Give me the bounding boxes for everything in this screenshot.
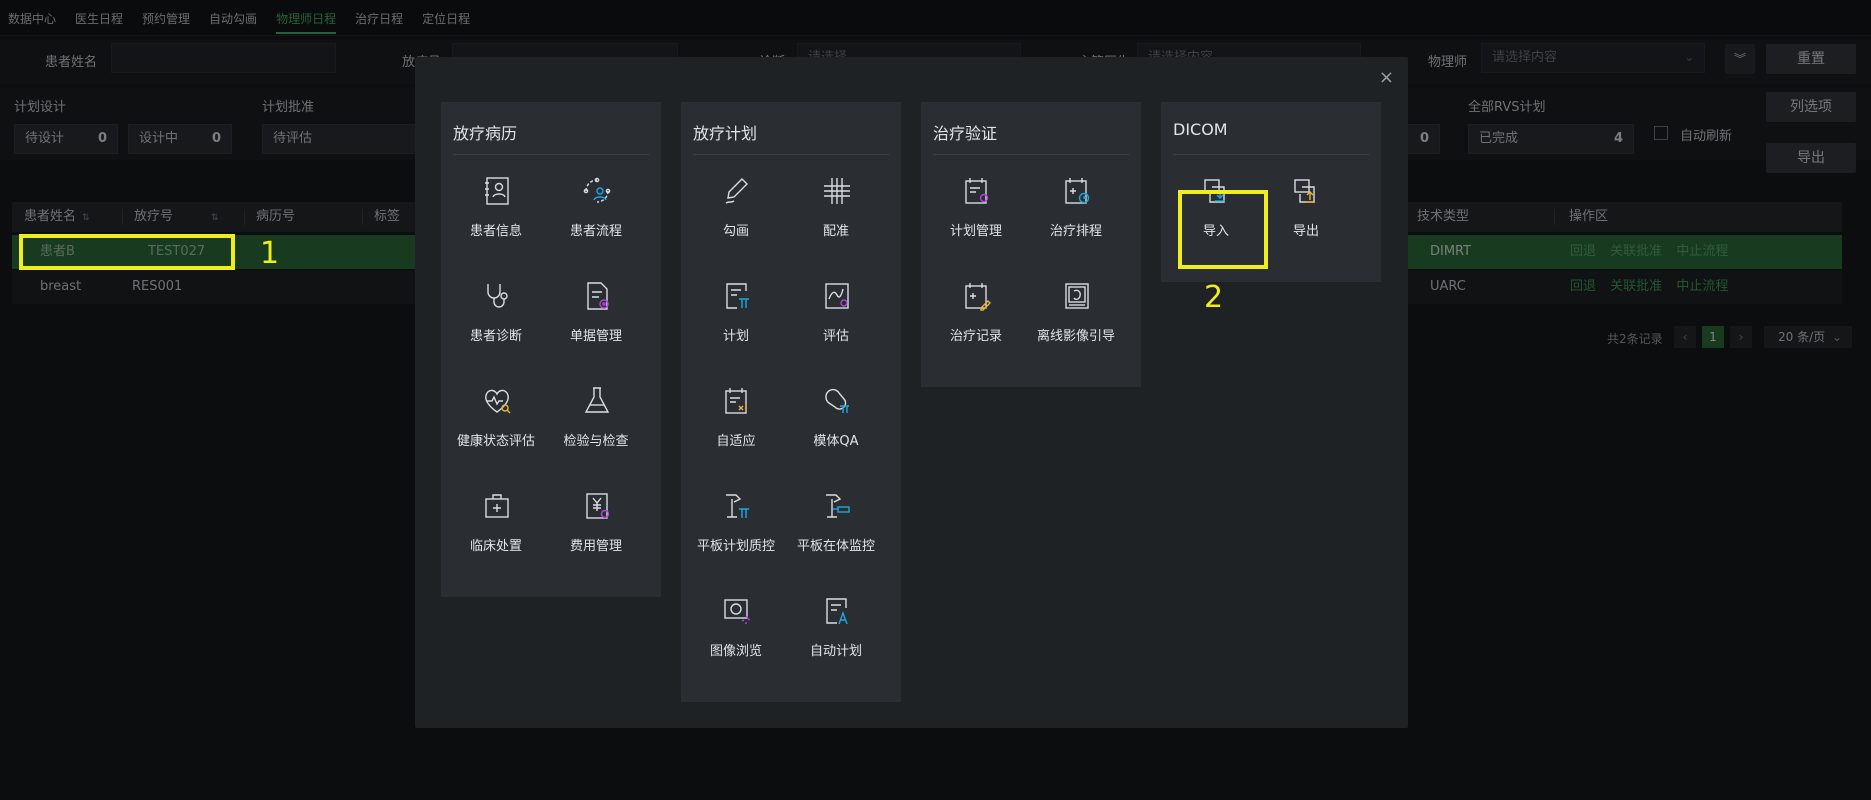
tile-label: 计划管理 xyxy=(949,224,1002,239)
panel-plan-qc-icon xyxy=(726,494,749,518)
tile-label: 图像浏览 xyxy=(709,644,762,659)
panel-title: 放疗计划 xyxy=(693,124,758,143)
tile-image-browse[interactable]: 图像浏览 xyxy=(686,584,786,679)
medical-kit-icon xyxy=(485,494,509,518)
tile-patient-flow[interactable]: 患者流程 xyxy=(546,164,646,259)
highlight-box-import xyxy=(1178,190,1268,269)
tile-label: 自适应 xyxy=(716,434,756,449)
tile-label: 患者流程 xyxy=(569,224,622,239)
tile-label: 治疗排程 xyxy=(1049,224,1102,239)
callout-number-2: 2 xyxy=(1204,280,1224,315)
panel-title: 治疗验证 xyxy=(933,124,998,143)
panel-divider xyxy=(1173,154,1369,155)
panel-rt-records: 放疗病历 患者信息 患者流程 患者诊断 单据管理 健康状态评估 检验与检查 临床… xyxy=(441,102,661,597)
highlight-box-row xyxy=(19,234,235,270)
tile-label: 健康状态评估 xyxy=(456,434,535,449)
tile-adaptive[interactable]: 自适应 xyxy=(686,374,786,469)
tile-phantom-qa[interactable]: 模体QA xyxy=(786,374,886,469)
tile-lab-tests[interactable]: 检验与检查 xyxy=(546,374,646,469)
evaluate-icon xyxy=(825,283,849,309)
tile-label: 患者信息 xyxy=(469,224,522,239)
tile-label: 勾画 xyxy=(722,224,749,239)
panel-divider xyxy=(453,154,649,155)
tile-document-management[interactable]: 单据管理 xyxy=(546,269,646,364)
pen-icon xyxy=(725,178,748,204)
tile-label: 平板计划质控 xyxy=(696,539,775,554)
treatment-record-icon xyxy=(965,283,991,311)
tile-label: 模体QA xyxy=(813,434,859,449)
tile-label: 计划 xyxy=(722,329,749,344)
tile-contour[interactable]: 勾画 xyxy=(686,164,786,259)
plan-manage-icon xyxy=(965,178,989,204)
tile-patient-info[interactable]: 患者信息 xyxy=(446,164,546,259)
fee-icon xyxy=(586,493,610,519)
plan-icon xyxy=(726,283,749,309)
health-heart-icon xyxy=(485,389,511,414)
auto-plan-icon xyxy=(826,598,848,625)
image-browse-icon xyxy=(724,599,751,624)
tile-registration[interactable]: 配准 xyxy=(786,164,886,259)
tile-label: 平板在体监控 xyxy=(796,539,875,554)
panel-treatment-verification: 治疗验证 计划管理 治疗排程 治疗记录 离线影像引导 xyxy=(921,102,1141,387)
adaptive-icon xyxy=(725,388,747,414)
tile-health-assessment[interactable]: 健康状态评估 xyxy=(446,374,546,469)
tile-label: 临床处置 xyxy=(469,539,522,554)
tile-panel-plan-qc[interactable]: 平板计划质控 xyxy=(686,479,786,574)
flask-icon xyxy=(584,387,610,413)
tile-label: 配准 xyxy=(822,224,849,239)
tile-patient-diagnosis[interactable]: 患者诊断 xyxy=(446,269,546,364)
tile-treatment-record[interactable]: 治疗记录 xyxy=(926,269,1026,364)
tile-label: 费用管理 xyxy=(569,539,622,554)
tile-plan-management[interactable]: 计划管理 xyxy=(926,164,1026,259)
panel-divider xyxy=(693,154,889,155)
tile-label: 单据管理 xyxy=(569,329,622,344)
panel-rt-plan: 放疗计划 勾画 配准 计划 评估 自适应 模体QA 平板计划质控 平板在体监控 … xyxy=(681,102,901,702)
tile-label: 评估 xyxy=(822,329,849,344)
panel-title: 放疗病历 xyxy=(453,124,518,143)
tile-label: 检验与检查 xyxy=(563,434,629,449)
callout-number-1: 1 xyxy=(260,236,280,271)
patient-flow-icon xyxy=(583,177,611,203)
tile-plan[interactable]: 计划 xyxy=(686,269,786,364)
tile-label: 治疗记录 xyxy=(949,329,1002,344)
stethoscope-icon xyxy=(487,284,508,308)
export-icon xyxy=(1294,179,1315,203)
patient-info-icon xyxy=(485,177,509,205)
tile-treatment-schedule[interactable]: 治疗排程 xyxy=(1026,164,1126,259)
grid-icon xyxy=(824,178,850,204)
tile-evaluate[interactable]: 评估 xyxy=(786,269,886,364)
panel-title: DICOM xyxy=(1173,120,1228,139)
schedule-icon xyxy=(1065,178,1090,204)
tile-label: 患者诊断 xyxy=(469,329,522,344)
tile-offline-image-guide[interactable]: 离线影像引导 xyxy=(1026,269,1126,364)
offline-image-icon xyxy=(1065,283,1089,309)
document-settings-icon xyxy=(587,282,609,310)
tile-fee-management[interactable]: 费用管理 xyxy=(546,479,646,574)
tile-clinical-treatment[interactable]: 临床处置 xyxy=(446,479,546,574)
tile-label: 离线影像引导 xyxy=(1036,329,1115,344)
phantom-qa-icon xyxy=(825,388,849,413)
close-icon[interactable]: × xyxy=(1379,69,1394,87)
panel-divider xyxy=(933,154,1129,155)
tile-label: 导出 xyxy=(1292,224,1319,239)
tile-label: 自动计划 xyxy=(809,644,862,659)
tile-dicom-export[interactable]: 导出 xyxy=(1256,164,1356,259)
tile-auto-plan[interactable]: 自动计划 xyxy=(786,584,886,679)
panel-invivo-icon xyxy=(826,494,850,518)
tile-panel-invivo[interactable]: 平板在体监控 xyxy=(786,479,886,574)
function-menu-modal: × 放疗病历 患者信息 患者流程 患者诊断 单据管理 健康状态评估 检验与检查 … xyxy=(415,57,1408,728)
